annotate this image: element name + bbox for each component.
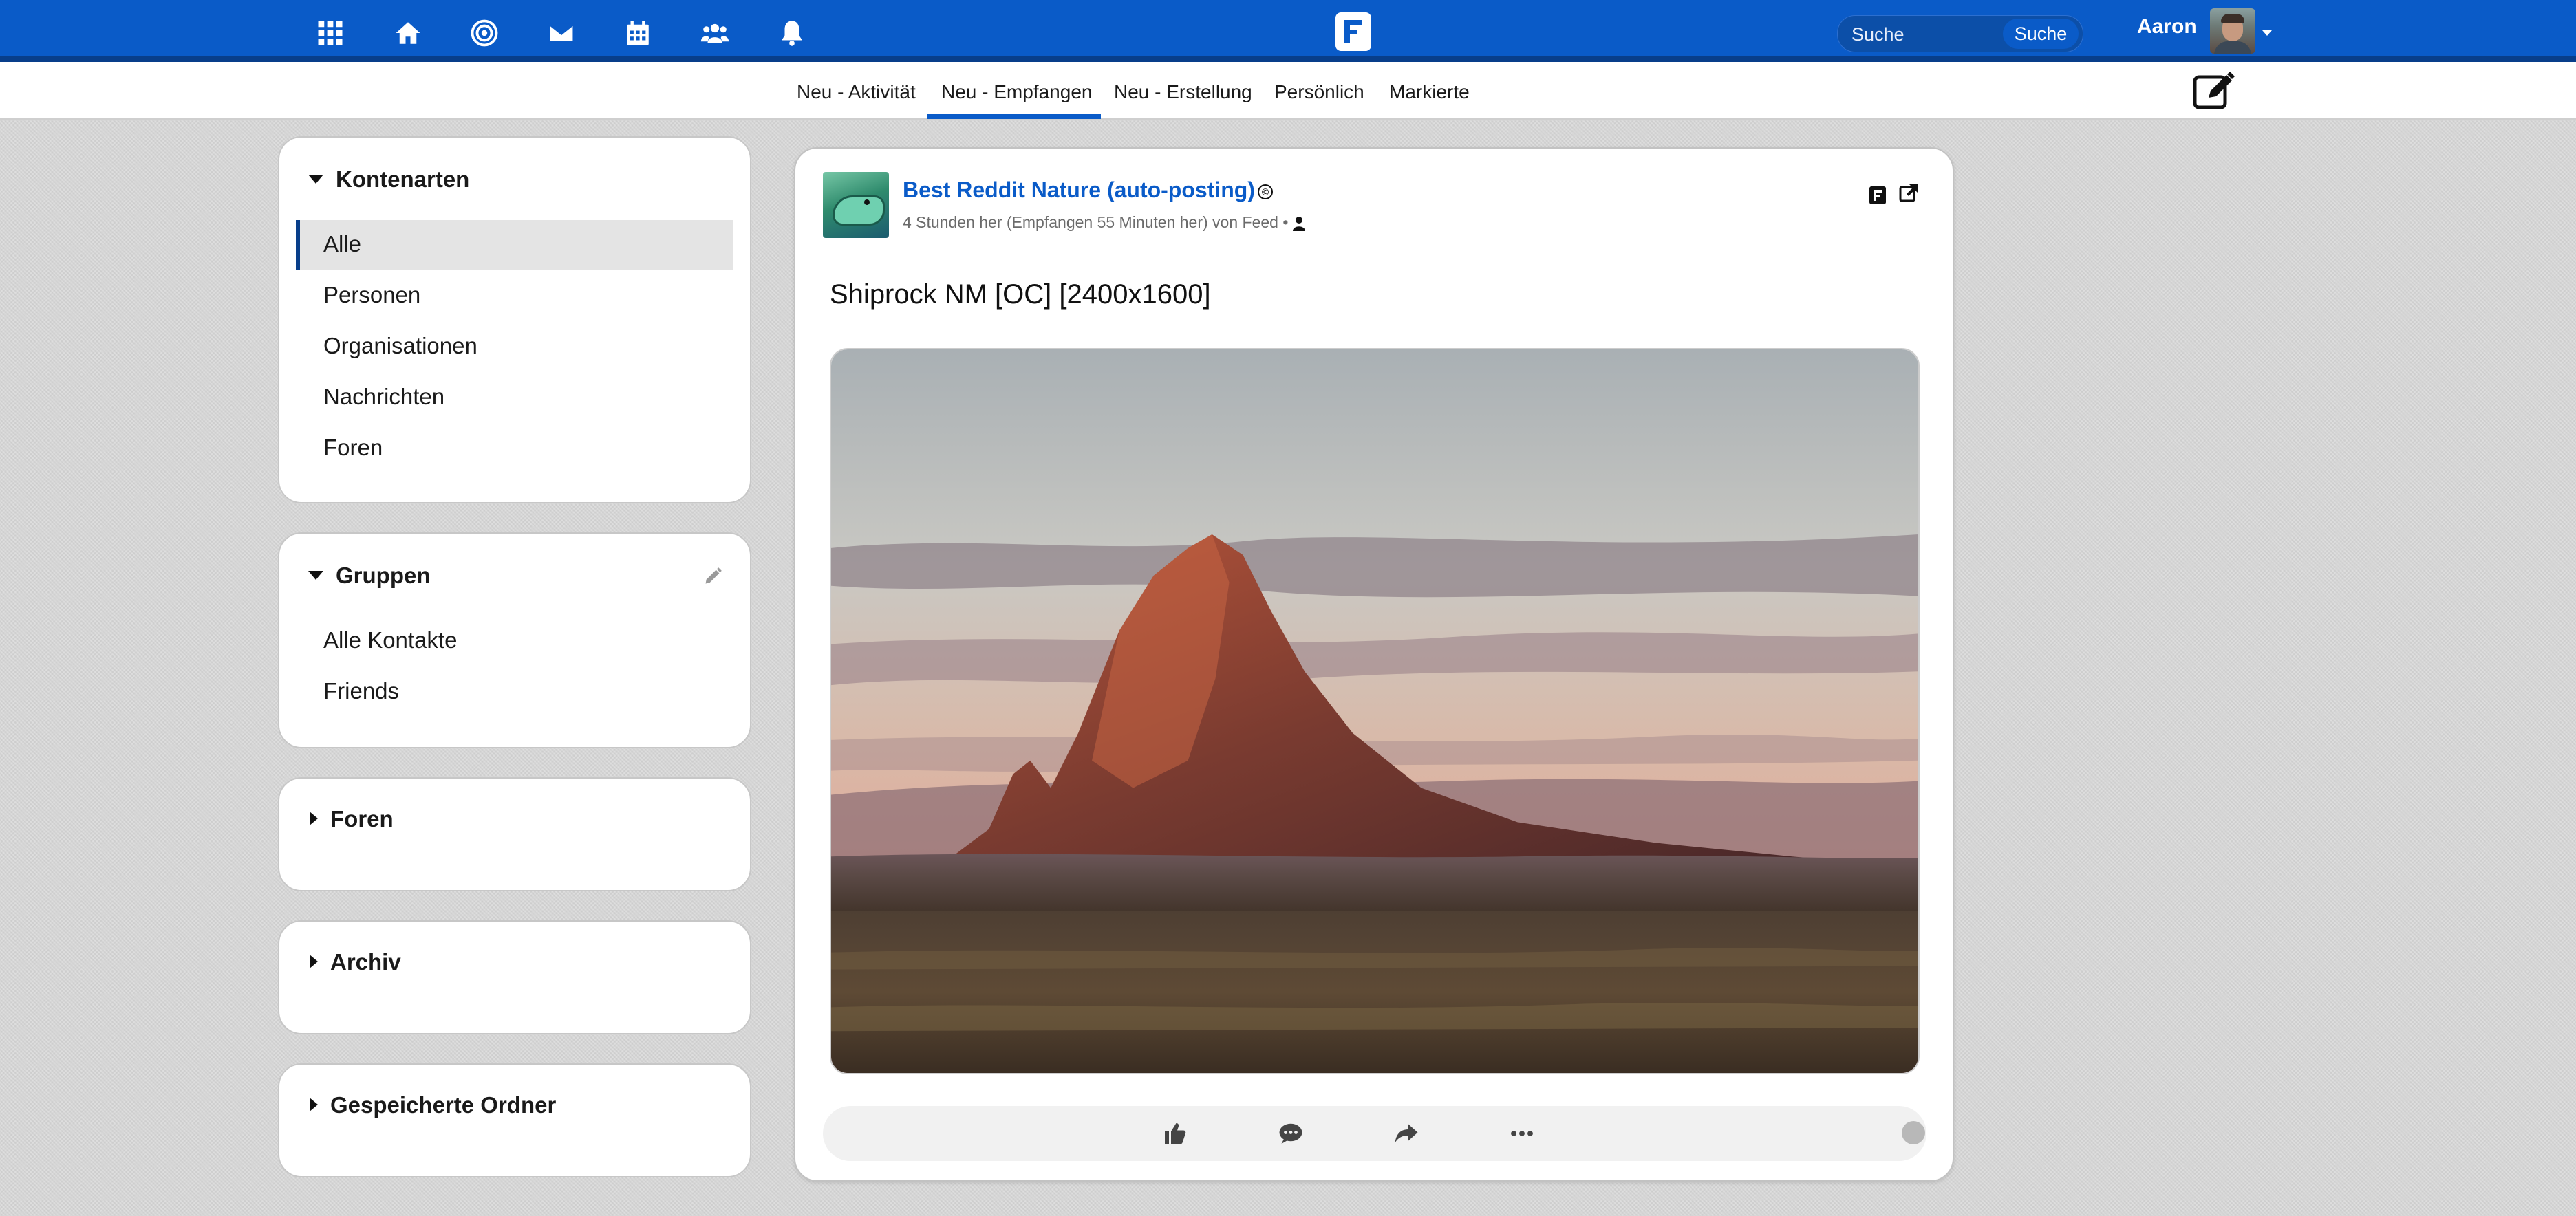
- top-navbar: Suche Aaron: [0, 0, 2576, 62]
- caret-right-icon[interactable]: [310, 1098, 318, 1111]
- active-tab-indicator: [927, 114, 1101, 119]
- archive-title[interactable]: Archiv: [330, 949, 401, 975]
- post-timestamp[interactable]: 4 Stunden her (Empfangen 55 Minuten her)…: [903, 213, 1288, 231]
- friendica-logo[interactable]: [1335, 12, 1371, 51]
- caret-down-icon[interactable]: [308, 571, 323, 580]
- search-form: Suche: [1837, 15, 2083, 52]
- account-types-widget: Kontenarten Alle Personen Organisationen…: [278, 136, 751, 503]
- tab-starred[interactable]: Markierte: [1389, 81, 1470, 103]
- tab-personal[interactable]: Persönlich: [1274, 81, 1364, 103]
- sidebar-item-organisations[interactable]: Organisationen: [323, 333, 477, 359]
- saved-folders-title[interactable]: Gespeicherte Ordner: [330, 1092, 556, 1118]
- friendica-network-icon[interactable]: [1869, 186, 1887, 205]
- author-avatar[interactable]: [823, 172, 889, 238]
- archive-widget: Archiv: [278, 920, 751, 1034]
- groups-title[interactable]: Gruppen: [336, 563, 431, 589]
- sidebar-item-all[interactable]: Alle: [323, 231, 361, 257]
- copyright-icon: ©: [1258, 184, 1273, 199]
- sidebar-item-persons[interactable]: Personen: [323, 282, 420, 308]
- tab-new-activity[interactable]: Neu - Aktivität: [797, 81, 916, 103]
- external-link-icon[interactable]: [1899, 183, 1920, 204]
- status-dot[interactable]: [1902, 1121, 1925, 1144]
- contacts-icon[interactable]: [696, 14, 734, 52]
- pencil-icon[interactable]: [703, 567, 722, 586]
- caret-right-icon[interactable]: [310, 955, 318, 968]
- apps-grid-icon[interactable]: [311, 14, 350, 52]
- forums-title[interactable]: Foren: [330, 806, 394, 832]
- post-action-bar: [823, 1106, 1926, 1161]
- search-button[interactable]: Suche: [2003, 19, 2079, 49]
- bell-icon[interactable]: [773, 14, 811, 52]
- person-icon: [1293, 216, 1306, 231]
- sidebar-item-forums[interactable]: Foren: [323, 435, 383, 461]
- share-icon[interactable]: [1394, 1121, 1419, 1146]
- network-target-icon[interactable]: [465, 14, 504, 52]
- sidebar-item-friends[interactable]: Friends: [323, 678, 399, 704]
- comment-icon[interactable]: [1278, 1121, 1303, 1146]
- post-title: Shiprock NM [OC] [2400x1600]: [830, 279, 1211, 310]
- forums-widget: Foren: [278, 777, 751, 891]
- sidebar-item-news[interactable]: Nachrichten: [323, 384, 444, 410]
- calendar-icon[interactable]: [619, 14, 657, 52]
- stream-tabs: Neu - Aktivität Neu - Empfangen Neu - Er…: [0, 62, 2576, 120]
- sidebar-item-all-contacts[interactable]: Alle Kontakte: [323, 627, 457, 653]
- groups-widget: Gruppen Alle Kontakte Friends: [278, 532, 751, 748]
- more-icon[interactable]: [1510, 1121, 1534, 1146]
- mail-icon[interactable]: [542, 14, 581, 52]
- account-types-title[interactable]: Kontenarten: [336, 166, 469, 193]
- search-input[interactable]: [1850, 21, 1984, 47]
- caret-down-icon[interactable]: [308, 175, 323, 184]
- post-author-link[interactable]: Best Reddit Nature (auto-posting): [903, 177, 1255, 203]
- saved-folders-widget: Gespeicherte Ordner: [278, 1063, 751, 1177]
- caret-right-icon[interactable]: [310, 812, 318, 825]
- compose-icon[interactable]: [2192, 70, 2236, 111]
- post-card: Best Reddit Nature (auto-posting) © 4 St…: [794, 147, 1954, 1182]
- active-item-highlight: [296, 220, 733, 270]
- tab-new-created[interactable]: Neu - Erstellung: [1114, 81, 1252, 103]
- like-icon[interactable]: [1163, 1121, 1188, 1146]
- chevron-down-icon[interactable]: [2262, 30, 2272, 36]
- post-image[interactable]: [830, 348, 1920, 1074]
- user-name[interactable]: Aaron: [2137, 15, 2197, 39]
- tab-new-received[interactable]: Neu - Empfangen: [941, 81, 1092, 103]
- post-meta: 4 Stunden her (Empfangen 55 Minuten her)…: [903, 213, 1306, 232]
- avatar[interactable]: [2210, 8, 2255, 54]
- home-icon[interactable]: [389, 14, 427, 52]
